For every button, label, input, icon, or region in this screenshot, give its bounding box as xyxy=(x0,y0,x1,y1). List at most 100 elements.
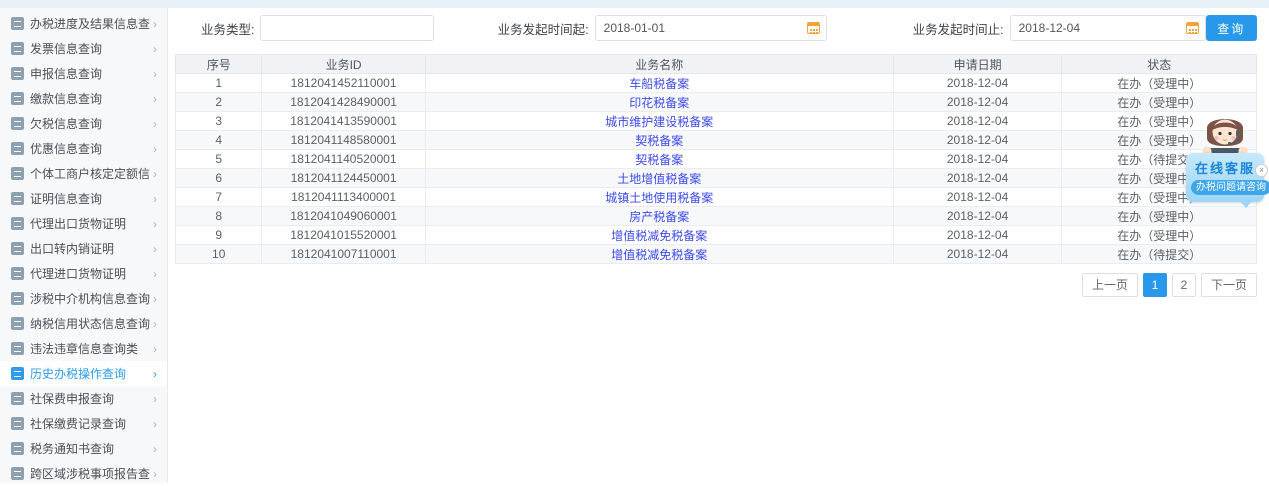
business-name-link[interactable]: 增值税减免税备案 xyxy=(611,248,707,262)
page-button-1[interactable]: 1 xyxy=(1143,273,1167,297)
top-strip xyxy=(0,0,1269,8)
sidebar-item-tax-notice[interactable]: 税务通知书查询 › xyxy=(0,436,167,461)
sidebar-item-progress-result[interactable]: 办税进度及结果信息查询 › xyxy=(0,11,167,36)
cell-business-id: 1812041007110001 xyxy=(262,245,425,264)
page-button-2[interactable]: 2 xyxy=(1172,273,1196,297)
sidebar-item-cross-region[interactable]: 跨区域涉税事项报告查询 › xyxy=(0,461,167,486)
declaration-icon xyxy=(11,67,24,80)
cell-no: 4 xyxy=(176,131,262,150)
col-header-no: 序号 xyxy=(176,55,262,74)
chevron-right-icon: › xyxy=(153,268,157,280)
business-name-link[interactable]: 土地增值税备案 xyxy=(617,172,701,186)
sidebar-item-label: 纳税信用状态信息查询 xyxy=(30,315,150,332)
sidebar-item-label: 个体工商户核定定额信息查询 xyxy=(30,165,150,182)
sidebar-item-label: 办税进度及结果信息查询 xyxy=(30,15,150,32)
customer-service-panel[interactable]: 在线客服 办税问题请咨询 × xyxy=(1186,153,1264,202)
col-header-business-id: 业务ID xyxy=(262,55,425,74)
chevron-right-icon: › xyxy=(153,318,157,330)
tax-arrears-icon xyxy=(11,117,24,130)
bubble-tail xyxy=(1240,201,1252,208)
calendar-icon[interactable] xyxy=(807,22,820,34)
cell-status: 在办（受理中） xyxy=(1062,93,1257,112)
sidebar-item-label: 申报信息查询 xyxy=(30,65,150,82)
cell-business-id: 1812041113400001 xyxy=(262,188,425,207)
calendar-icon[interactable] xyxy=(1186,22,1199,34)
intermediary-icon xyxy=(11,292,24,305)
cell-no: 9 xyxy=(176,226,262,245)
sidebar-item-export-domestic[interactable]: 出口转内销证明 › xyxy=(0,236,167,261)
sidebar-item-social-declare[interactable]: 社保费申报查询 › xyxy=(0,386,167,411)
certificate-icon xyxy=(11,192,24,205)
sidebar-item-declaration[interactable]: 申报信息查询 › xyxy=(0,61,167,86)
sidebar-item-preference[interactable]: 优惠信息查询 › xyxy=(0,136,167,161)
sidebar-item-tax-arrears[interactable]: 欠税信息查询 › xyxy=(0,111,167,136)
table-row: 1 1812041452110001 车船税备案 2018-12-04 在办（受… xyxy=(176,74,1257,93)
next-page-button[interactable]: 下一页 xyxy=(1201,273,1257,297)
table-row: 5 1812041140520001 契税备案 2018-12-04 在办（待提… xyxy=(176,150,1257,169)
sidebar-item-label: 欠税信息查询 xyxy=(30,115,150,132)
query-button[interactable]: 查询 xyxy=(1206,15,1257,41)
chevron-right-icon: › xyxy=(153,468,157,480)
end-date-input[interactable] xyxy=(1010,15,1206,41)
close-icon[interactable]: × xyxy=(1255,164,1268,177)
sidebar-item-certificate[interactable]: 证明信息查询 › xyxy=(0,186,167,211)
chevron-right-icon: › xyxy=(153,443,157,455)
cell-no: 6 xyxy=(176,169,262,188)
chevron-right-icon: › xyxy=(153,393,157,405)
business-name-link[interactable]: 契税备案 xyxy=(635,153,683,167)
customer-service-widget[interactable]: 在线客服 办税问题请咨询 × xyxy=(1186,110,1264,202)
table-row: 3 1812041413590001 城市维护建设税备案 2018-12-04 … xyxy=(176,112,1257,131)
chevron-right-icon: › xyxy=(153,143,157,155)
tax-notice-icon xyxy=(11,442,24,455)
chevron-right-icon: › xyxy=(153,43,157,55)
sidebar-item-payment[interactable]: 缴款信息查询 › xyxy=(0,86,167,111)
chevron-right-icon: › xyxy=(153,343,157,355)
sidebar-item-label: 代理进口货物证明 xyxy=(30,265,150,282)
sidebar-item-social-payment[interactable]: 社保缴费记录查询 › xyxy=(0,411,167,436)
table-row: 8 1812041049060001 房产税备案 2018-12-04 在办（受… xyxy=(176,207,1257,226)
business-name-link[interactable]: 契税备案 xyxy=(635,134,683,148)
social-payment-icon xyxy=(11,417,24,430)
sidebar-item-import-agency[interactable]: 代理进口货物证明 › xyxy=(0,261,167,286)
sidebar-item-label: 缴款信息查询 xyxy=(30,90,150,107)
business-name-link[interactable]: 城市维护建设税备案 xyxy=(605,115,713,129)
table-header-row: 序号 业务ID 业务名称 申请日期 状态 xyxy=(176,55,1257,74)
sidebar-item-label: 证明信息查询 xyxy=(30,190,150,207)
business-name-link[interactable]: 增值税减免税备案 xyxy=(611,229,707,243)
table-row: 4 1812041148580001 契税备案 2018-12-04 在办（受理… xyxy=(176,131,1257,150)
cell-no: 7 xyxy=(176,188,262,207)
table-row: 7 1812041113400001 城镇土地使用税备案 2018-12-04 … xyxy=(176,188,1257,207)
col-header-status: 状态 xyxy=(1062,55,1257,74)
import-agency-icon xyxy=(11,267,24,280)
chevron-right-icon: › xyxy=(153,118,157,130)
cell-apply-date: 2018-12-04 xyxy=(893,93,1062,112)
cell-no: 3 xyxy=(176,112,262,131)
sidebar-item-violation[interactable]: 违法违章信息查询类 › xyxy=(0,336,167,361)
sidebar-item-history-operation[interactable]: 历史办税操作查询 › xyxy=(0,361,167,386)
business-name-link[interactable]: 房产税备案 xyxy=(629,210,689,224)
individual-quota-icon xyxy=(11,167,24,180)
sidebar-item-label: 代理出口货物证明 xyxy=(30,215,150,232)
sidebar-item-invoice[interactable]: 发票信息查询 › xyxy=(0,36,167,61)
sidebar-item-intermediary[interactable]: 涉税中介机构信息查询 › xyxy=(0,286,167,311)
cell-status: 在办（待提交） xyxy=(1062,245,1257,264)
business-type-input[interactable] xyxy=(260,15,433,41)
sidebar-item-individual-quota[interactable]: 个体工商户核定定额信息查询 › xyxy=(0,161,167,186)
chevron-right-icon: › xyxy=(153,168,157,180)
results-table-wrap: 序号 业务ID 业务名称 申请日期 状态 1 1812041452110001 … xyxy=(175,54,1257,264)
results-table: 序号 业务ID 业务名称 申请日期 状态 1 1812041452110001 … xyxy=(175,54,1257,264)
business-name-link[interactable]: 车船税备案 xyxy=(629,77,689,91)
end-date-label: 业务发起时间止: xyxy=(913,19,1004,38)
sidebar-item-credit-status[interactable]: 纳税信用状态信息查询 › xyxy=(0,311,167,336)
sidebar-item-label: 涉税中介机构信息查询 xyxy=(30,290,150,307)
main-content: 业务类型: 业务发起时间起: 业务发起时间止: 查询 序号 业务ID 业务名称 … xyxy=(169,8,1269,483)
social-declare-icon xyxy=(11,392,24,405)
business-name-link[interactable]: 城镇土地使用税备案 xyxy=(605,191,713,205)
start-date-input[interactable] xyxy=(595,15,827,41)
export-domestic-icon xyxy=(11,242,24,255)
cell-business-id: 1812041148580001 xyxy=(262,131,425,150)
prev-page-button[interactable]: 上一页 xyxy=(1082,273,1138,297)
cell-apply-date: 2018-12-04 xyxy=(893,131,1062,150)
business-name-link[interactable]: 印花税备案 xyxy=(629,96,689,110)
sidebar-item-export-agency[interactable]: 代理出口货物证明 › xyxy=(0,211,167,236)
